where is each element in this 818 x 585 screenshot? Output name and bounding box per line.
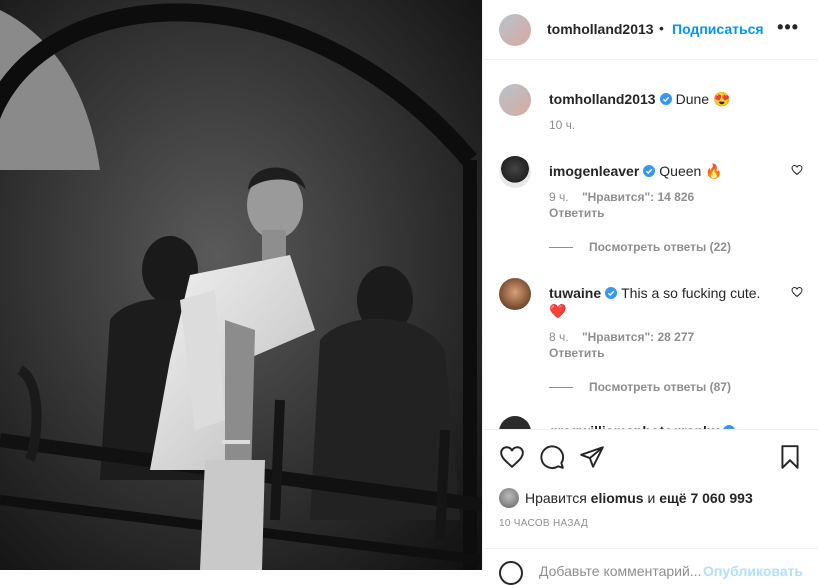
comment-icon[interactable]	[539, 444, 565, 470]
verified-icon	[605, 287, 618, 299]
commenter-avatar[interactable]	[499, 416, 531, 429]
caption-text: Dune 😍	[675, 91, 731, 107]
author-avatar[interactable]	[499, 84, 531, 116]
reply-button[interactable]: Ответить	[549, 346, 604, 360]
comment-username[interactable]: imogenleaver	[549, 163, 639, 179]
comment-text-block: imogenleaver Queen 🔥	[549, 162, 779, 180]
author-username[interactable]: tomholland2013	[547, 21, 654, 37]
add-comment-bar: Добавьте комментарий... Опубликовать	[483, 548, 818, 585]
post-sidebar: tomholland2013 • Подписаться ••• tomholl…	[482, 0, 818, 585]
view-replies-button[interactable]: Посмотреть ответы (87)	[549, 380, 731, 394]
comment-time[interactable]: 8 ч.	[549, 330, 569, 344]
comment-likes[interactable]: "Нравится": 28 277	[582, 330, 694, 344]
caption-text-block: tomholland2013 Dune 😍	[549, 90, 779, 108]
post-modal: tomholland2013 • Подписаться ••• tomholl…	[0, 0, 818, 585]
comment-time[interactable]: 9 ч.	[549, 190, 569, 204]
comment-meta: 8 ч. "Нравится": 28 277	[549, 330, 694, 344]
likes-mid: и	[647, 490, 656, 506]
comment-input[interactable]: Добавьте комментарий...	[539, 563, 701, 579]
comment-like-icon[interactable]	[791, 164, 803, 176]
more-options-icon[interactable]: •••	[777, 17, 799, 38]
comment-text-block: tuwaine This a so fucking cute. ❤️	[549, 284, 779, 320]
view-replies-label: Посмотреть ответы (22)	[589, 240, 731, 254]
follow-button[interactable]: Подписаться	[672, 21, 764, 37]
caption-meta: 10 ч.	[549, 118, 585, 132]
heart-icon[interactable]	[499, 444, 525, 470]
commenter-avatar[interactable]	[499, 278, 531, 310]
likes-prefix: Нравится	[525, 490, 587, 506]
caption-time[interactable]: 10 ч.	[549, 118, 575, 132]
reply-button[interactable]: Ответить	[549, 206, 604, 220]
liker-avatar[interactable]	[499, 488, 519, 508]
commenter-avatar[interactable]	[499, 156, 531, 188]
post-actions: Нравится eliomus и ещё 7 060 993 10 часо…	[483, 429, 818, 585]
post-time-ago[interactable]: 10 часов назад	[499, 518, 588, 529]
post-comment-button[interactable]: Опубликовать	[703, 563, 803, 579]
view-replies-label: Посмотреть ответы (87)	[589, 380, 731, 394]
comment-username[interactable]: tuwaine	[549, 285, 601, 301]
comments-list[interactable]: tomholland2013 Dune 😍 10 ч. imogenleaver Q…	[483, 60, 818, 429]
comment-meta: 9 ч. "Нравится": 14 826	[549, 190, 694, 204]
header-separator: •	[659, 20, 664, 36]
post-photo[interactable]	[0, 0, 482, 570]
likes-user[interactable]: eliomus	[591, 490, 644, 506]
caption-username[interactable]: tomholland2013	[549, 91, 656, 107]
replies-divider	[549, 247, 573, 249]
comment-likes[interactable]: "Нравится": 14 826	[582, 190, 694, 204]
view-replies-button[interactable]: Посмотреть ответы (22)	[549, 240, 731, 254]
verified-icon	[643, 165, 656, 177]
verified-icon	[659, 93, 672, 105]
comment-text-block: gregwilliamsphotography	[549, 422, 779, 429]
post-header: tomholland2013 • Подписаться •••	[483, 0, 818, 60]
comment-text: Queen 🔥	[659, 163, 723, 179]
likes-summary: Нравится eliomus и ещё 7 060 993	[499, 488, 753, 508]
emoji-icon[interactable]	[499, 561, 523, 585]
post-image	[0, 0, 482, 570]
author-avatar[interactable]	[499, 14, 531, 46]
bookmark-icon[interactable]	[777, 444, 803, 470]
comment-like-icon[interactable]	[791, 286, 803, 298]
likes-count[interactable]: ещё 7 060 993	[659, 490, 753, 506]
replies-divider	[549, 387, 573, 389]
paper-plane-icon[interactable]	[579, 444, 605, 470]
